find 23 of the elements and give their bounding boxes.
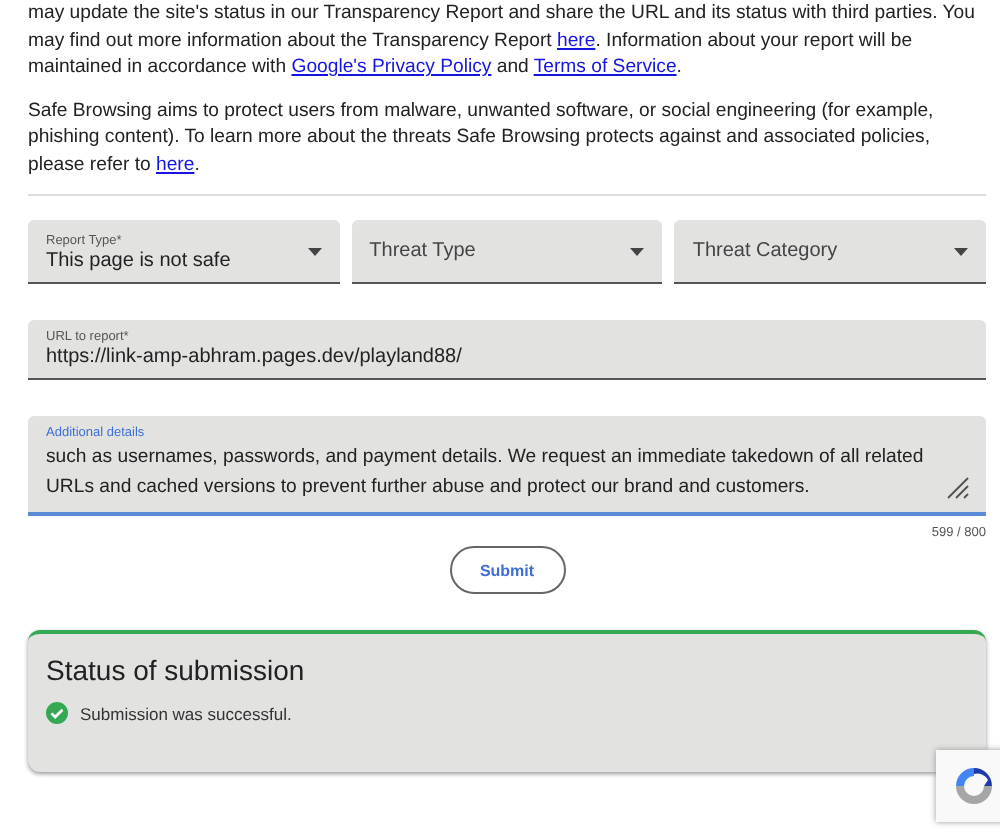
check-circle-icon xyxy=(46,702,68,724)
recaptcha-logo-icon xyxy=(952,764,996,808)
caret-icon xyxy=(954,247,969,255)
caret-icon xyxy=(630,247,645,255)
submit-button[interactable]: Submit xyxy=(449,546,565,594)
resize-grip-icon[interactable] xyxy=(946,476,970,500)
caret-icon xyxy=(307,247,322,255)
dropdown[interactable]: Threat Type xyxy=(351,220,663,284)
paragraph: Safe Browsing aims to protect users from malware, unwanted software, or social engineering (for example, phishing content). To learn more about the threats Safe Browsing protects against and associated policies, please refer to here. xyxy=(28,97,936,178)
field-value: This page is not safe xyxy=(46,249,233,271)
field-value: https://link-amp-abhram.pages.dev/playland88/ xyxy=(46,346,464,368)
link[interactable]: Terms of Service xyxy=(533,56,677,78)
field-value: such as usernames, passwords, and payment details. We request an immediate takedown of all related URLs and cached versions to prevent further abuse and protect our brand and customers. xyxy=(46,444,926,502)
status-message: Submission was successful. xyxy=(80,703,292,723)
link[interactable]: here xyxy=(557,29,596,51)
link[interactable]: Google's Privacy Policy xyxy=(291,56,492,78)
link[interactable]: here xyxy=(156,153,195,175)
paragraph: may update the site's status in our Transparency Report and share the URL and its status with third parties. You may find out more information about the Transparency Report here. Information about your report will be maintained in accordance with Google's Privacy Policy and Terms of Service. xyxy=(28,0,977,81)
field-placeholder: Threat Type xyxy=(369,240,478,262)
details-field[interactable] xyxy=(28,416,986,516)
card-title: Status of submission xyxy=(46,654,305,686)
field-placeholder: Threat Category xyxy=(692,240,840,262)
dropdown[interactable]: Threat Category xyxy=(674,220,987,284)
